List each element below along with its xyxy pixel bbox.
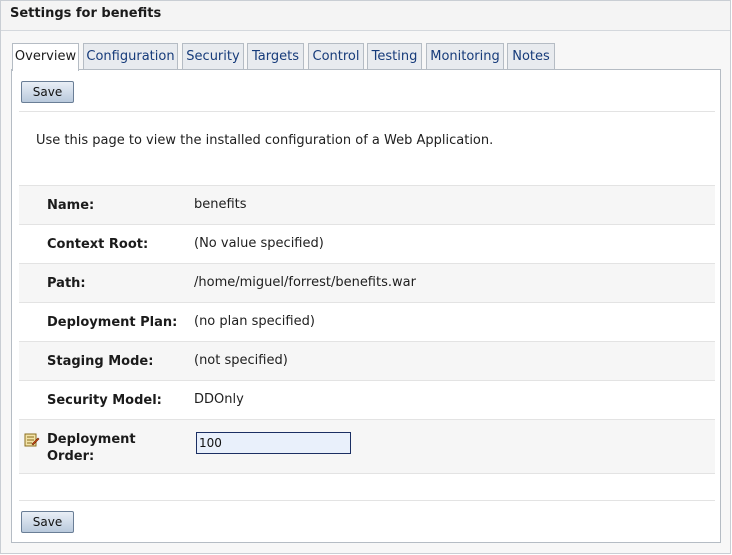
field-label: Context Root: [47, 237, 149, 252]
field-value: (No value specified) [194, 236, 324, 251]
tab-configuration[interactable]: Configuration [83, 43, 178, 70]
field-label-line2: Order: [47, 449, 95, 464]
tab-overview[interactable]: Overview [12, 43, 79, 71]
tab-monitoring[interactable]: Monitoring [426, 43, 504, 70]
tab-testing[interactable]: Testing [367, 43, 422, 70]
field-label: Deployment Plan: [47, 315, 178, 330]
tab-notes[interactable]: Notes [507, 43, 555, 70]
save-button-top[interactable]: Save [21, 81, 74, 103]
tab-security[interactable]: Security [182, 43, 244, 70]
field-value: benefits [194, 197, 247, 212]
field-row-path: Path: /home/miguel/forrest/benefits.war [19, 263, 715, 302]
field-label: Path: [47, 276, 86, 291]
field-row-name: Name: benefits [19, 185, 715, 224]
field-label: Deployment Order: [47, 431, 136, 465]
field-label: Security Model: [47, 393, 162, 408]
intro-text: Use this page to view the installed conf… [36, 133, 494, 148]
overview-panel: Save Use this page to view the installed… [11, 69, 721, 543]
field-value: (not specified) [194, 353, 288, 368]
page-title: Settings for benefits [10, 6, 162, 21]
title-bar: Settings for benefits [1, 1, 730, 31]
tab-targets[interactable]: Targets [247, 43, 304, 70]
field-label-line1: Deployment [47, 432, 136, 447]
tab-control[interactable]: Control [308, 43, 364, 70]
field-row-staging-mode: Staging Mode: (not specified) [19, 341, 715, 380]
save-button-bottom[interactable]: Save [21, 511, 74, 533]
field-row-deployment-order: Deployment Order: [19, 419, 715, 474]
field-label: Name: [47, 198, 95, 213]
settings-container: Settings for benefits Overview Configura… [0, 0, 731, 554]
divider [19, 111, 715, 112]
edit-field-icon [24, 433, 40, 447]
field-row-security-model: Security Model: DDOnly [19, 380, 715, 419]
field-value: /home/miguel/forrest/benefits.war [194, 275, 416, 290]
field-row-context-root: Context Root: (No value specified) [19, 224, 715, 263]
field-value: DDOnly [194, 392, 244, 407]
divider [19, 500, 715, 501]
deployment-order-input[interactable] [196, 432, 351, 454]
field-row-deployment-plan: Deployment Plan: (no plan specified) [19, 302, 715, 341]
field-value: (no plan specified) [194, 314, 315, 329]
field-label: Staging Mode: [47, 354, 154, 369]
